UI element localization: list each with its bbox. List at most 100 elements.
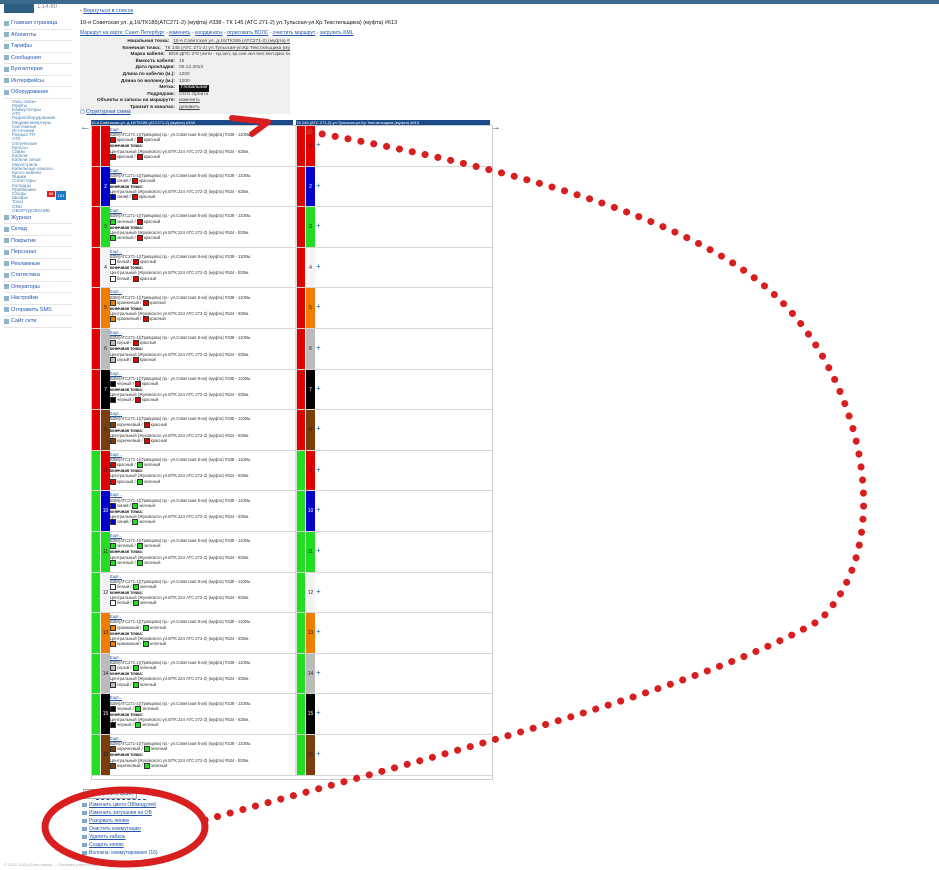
action-label[interactable]: Изменить затухания на ОВ [89,810,152,816]
sidebar-item-label[interactable]: Статистика [11,272,40,278]
sidebar-item-label[interactable]: Склад [11,226,27,232]
add-connection-icon[interactable]: + [316,465,321,474]
attach-file-label[interactable]: Прикрепить файл [91,791,132,797]
attach-file-button[interactable]: + Прикрепить файл [83,789,137,799]
action-item[interactable]: Удалить кабель [82,834,182,840]
fiber-connection-info[interactable]: Ещё... ВЗМ(АТС271-1)(Гривцова) пр.- ул.Со… [110,574,295,607]
fiber-connection-info[interactable]: Ещё... ВЗМ(АТС271-1)(Гривцова) пр.- ул.Со… [110,695,295,729]
sidebar-item[interactable]: Главная страница [4,18,72,30]
action-label[interactable]: Очистить коммутацию [89,826,141,832]
action-item[interactable]: Разорвать линию [82,818,182,824]
sidebar-item-label[interactable]: Сообщения [11,55,41,61]
app-logo[interactable] [4,4,34,13]
sidebar-item-label[interactable]: Абоненты [11,32,36,38]
sidebar-item[interactable]: Бухгалтерия [4,64,72,76]
sidebar-item-label[interactable]: Журнал [11,215,31,221]
start-colors: синий / красный [110,194,295,201]
add-connection-icon[interactable]: + [316,384,321,393]
fiber-connection-info[interactable]: Ещё... ВЗМ(АТС271-1)(Гривцова) пр.- ул.Со… [110,249,295,282]
action-label[interactable]: Разорвать линию [89,818,129,824]
sidebar-item-label[interactable]: Персонал [11,249,36,255]
fiber-connection-info[interactable]: Ещё... ВЗМ(АТС271-1)(Гривцова) пр.- ул.Со… [110,411,295,444]
sidebar-item[interactable]: Отправить SMS [4,305,72,316]
sidebar-item[interactable]: Персонал [4,247,72,259]
add-connection-icon[interactable]: + [316,505,321,514]
structure-scheme-label[interactable]: Структурная схема [86,109,131,115]
add-connection-icon[interactable]: + [316,627,321,636]
add-connection-icon[interactable]: + [316,140,321,149]
property-value[interactable]: добавить [179,105,200,112]
fiber-connection-info[interactable]: Ещё... ВЗМ(АТС271-1)(Гривцова) пр.- ул.Со… [110,614,295,647]
map-action-link[interactable]: очистить маршрут [273,30,315,36]
fiber-connection-info[interactable]: Ещё... ВЗМ(АТС271-1)(Гривцова) пр.- ул.Со… [110,736,295,769]
sidebar-item-label[interactable]: Настройки [11,295,38,301]
start-colors: белый / красный [110,275,295,282]
structure-scheme-link[interactable]: ▢ Структурная схема [80,109,131,115]
add-connection-icon[interactable]: + [316,668,321,677]
sidebar-item[interactable]: Операторы [4,282,72,293]
submenu-item[interactable]: ОБОРУДОВАНИЕ [12,208,50,213]
sidebar-item-label[interactable]: Отправить SMS [11,307,52,313]
map-action-link[interactable]: отрисовать ВОЛС [227,30,268,36]
fiber-connection-info[interactable]: Ещё... ВЗМ(АТС271-1)(Гривцова) пр.- ул.Со… [110,452,295,485]
add-connection-icon[interactable]: + [316,587,321,596]
sidebar-item[interactable]: Интерфейсы [4,76,72,87]
map-action-link[interactable]: изменить [169,30,191,36]
fiber-connection-info[interactable]: Ещё... ВЗМ(АТС271-1)(Гривцова) пр.- ул.Со… [110,533,295,566]
add-connection-icon[interactable]: + [316,343,321,352]
sidebar-item[interactable]: Настройки [4,293,72,305]
sidebar-item-label[interactable]: Тарифы [11,43,32,49]
add-connection-icon[interactable]: + [316,221,321,230]
add-connection-icon[interactable]: + [316,749,321,758]
sidebar-item[interactable]: Сайт сети [4,316,72,328]
sidebar-item[interactable]: Статистика [4,270,72,282]
add-connection-icon[interactable]: + [316,546,321,555]
add-connection-icon[interactable]: + [316,708,321,717]
sidebar-item[interactable]: Тарифы [4,41,72,53]
fiber-connection-info[interactable]: Ещё... ВЗМ(АТС271-1)(Гривцова) пр.- ул.Со… [110,127,295,160]
action-item[interactable]: Создать копию [82,842,182,848]
back-to-list-link[interactable]: ‹ Вернуться в список [80,8,930,14]
fiber-connection-info[interactable]: Ещё... ВЗМ(АТС271-1)(Гривцова) пр.- ул.Со… [110,289,295,323]
back-to-list-label[interactable]: Вернуться в список [83,8,133,14]
action-item[interactable]: Очистить коммутацию [82,826,182,832]
map-action-link[interactable]: координаты [195,30,223,36]
tube-color-name: красный [139,340,156,346]
fiber-connection-info[interactable]: Ещё... ВЗМ(АТС271-1)(Гривцова) пр.- ул.Со… [110,168,295,201]
fiber-color-swatch [110,275,116,282]
map-action-link[interactable]: загрузить KML [320,30,354,36]
tube-color-swatch [131,519,138,526]
prev-arrow-icon[interactable]: ← [80,121,91,133]
sidebar-item[interactable]: Рекламные [4,259,72,270]
sidebar-item-label[interactable]: Интерфейсы [11,78,44,84]
add-connection-icon[interactable]: + [316,181,321,190]
add-connection-icon[interactable]: + [316,302,321,311]
property-value[interactable]: изменить [179,98,200,105]
route-on-map-link[interactable]: Маршрут на карте: Санкт-Петербург [80,30,164,36]
add-connection-icon[interactable]: + [316,262,321,271]
sidebar-item[interactable]: Сообщения [4,53,72,64]
sidebar-item-label[interactable]: Бухгалтерия [11,66,43,72]
sidebar-item-label[interactable]: Главная страница [11,20,57,26]
fiber-connection-info[interactable]: Ещё... ВЗМ(АТС271-1)(Гривцова) пр.- ул.Со… [110,655,295,688]
sidebar-item-label[interactable]: Рекламные [11,261,40,267]
action-item[interactable]: Изменить затухания на ОВ [82,810,182,816]
fiber-connection-info[interactable]: Ещё... ВЗМ(АТС271-1)(Гривцова) пр.- ул.Со… [110,371,295,404]
sidebar-item-label[interactable]: Сайт сети [11,318,36,324]
sidebar-item[interactable]: Оборудование [4,87,72,99]
sidebar-item-label[interactable]: Операторы [11,284,40,290]
action-label[interactable]: Создать копию [89,842,124,848]
sidebar-item-label[interactable]: Покрытие [11,238,36,244]
action-label[interactable]: Изменить цвета ОВ/модулей [89,802,156,808]
action-item[interactable]: Изменить цвета ОВ/модулей [82,802,182,808]
sidebar-item[interactable]: Журнал [4,213,72,224]
sidebar-item[interactable]: Покрытие [4,236,72,247]
fiber-connection-info[interactable]: Ещё... ВЗМ(АТС271-1)(Гривцова) пр.- ул.Со… [110,208,295,241]
sidebar-item[interactable]: Абоненты [4,30,72,41]
sidebar-item[interactable]: Склад [4,224,72,236]
fiber-connection-info[interactable]: Ещё... ВЗМ(АТС271-1)(Гривцова) пр.- ул.Со… [110,330,295,363]
sidebar-item-label[interactable]: Оборудование [11,89,48,95]
action-label[interactable]: Удалить кабель [89,834,126,840]
add-connection-icon[interactable]: + [316,424,321,433]
fiber-connection-info[interactable]: Ещё... ВЗМ(АТС271-1)(Гривцова) пр.- ул.Со… [110,492,295,526]
